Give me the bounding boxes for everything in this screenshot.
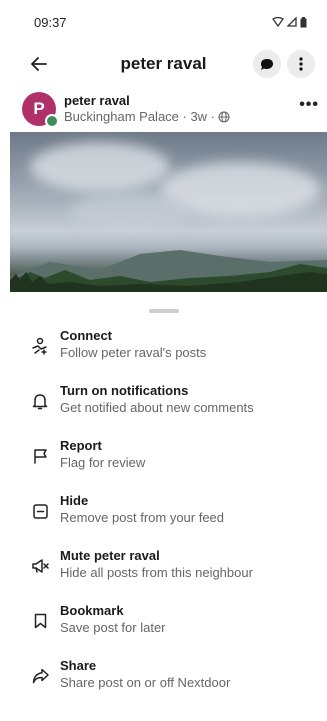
- status-bar: 09:37: [0, 0, 327, 44]
- menu-item-title: Mute peter raval: [60, 548, 160, 563]
- menu-item-subtitle: Hide all posts from this neighbour: [60, 565, 253, 580]
- menu-item-subtitle: Follow peter raval's posts: [60, 345, 207, 360]
- menu-item-report[interactable]: Report Flag for review: [0, 437, 327, 492]
- post-meta-text: Buckingham Palace · 3w ·: [64, 109, 216, 124]
- battery-icon: [300, 16, 307, 27]
- menu-item-connect[interactable]: Connect Follow peter raval's posts: [0, 327, 327, 382]
- status-icons: [272, 16, 307, 28]
- flag-icon: [30, 446, 50, 466]
- menu-item-title: Connect: [60, 328, 112, 343]
- message-button[interactable]: [253, 50, 281, 78]
- more-options-button[interactable]: [287, 50, 315, 78]
- mute-icon: [30, 556, 50, 576]
- menu-item-title: Report: [60, 438, 102, 453]
- menu-item-hide[interactable]: Hide Remove post from your feed: [0, 492, 327, 547]
- share-icon: [30, 666, 50, 686]
- arrow-left-icon: [31, 57, 47, 71]
- bookmark-icon: [30, 611, 50, 631]
- post-author-row: P peter raval Buckingham Palace · 3w · •…: [0, 84, 327, 132]
- post-more-button[interactable]: •••: [299, 96, 319, 114]
- avatar-letter: P: [33, 99, 45, 118]
- verified-badge-icon: [45, 114, 59, 128]
- back-button[interactable]: [25, 50, 53, 78]
- bell-icon: [30, 391, 50, 411]
- hide-icon: [30, 501, 50, 521]
- menu-item-title: Share: [60, 658, 97, 673]
- globe-icon: [218, 111, 230, 123]
- signal-icon: [287, 17, 297, 27]
- menu-item-subtitle: Flag for review: [60, 455, 146, 470]
- wifi-icon: [272, 17, 284, 27]
- menu-item-subtitle: Share post on or off Nextdoor: [60, 675, 231, 690]
- post-photo[interactable]: [10, 132, 327, 292]
- menu-item-subtitle: Save post for later: [60, 620, 166, 635]
- post-meta: Buckingham Palace · 3w ·: [64, 109, 230, 125]
- menu-item-mute[interactable]: Mute peter raval Hide all posts from thi…: [0, 547, 327, 602]
- chat-bubble-icon: [261, 58, 273, 70]
- menu-item-share[interactable]: Share Share post on or off Nextdoor: [0, 657, 327, 712]
- author-name[interactable]: peter raval: [64, 93, 230, 109]
- menu-item-notifications[interactable]: Turn on notifications Get notified about…: [0, 382, 327, 437]
- menu-item-title: Hide: [60, 493, 89, 508]
- menu-item-bookmark[interactable]: Bookmark Save post for later: [0, 602, 327, 657]
- header: peter raval: [0, 44, 327, 84]
- menu-item-subtitle: Get notified about new comments: [60, 400, 254, 415]
- options-menu: Connect Follow peter raval's posts Turn …: [0, 327, 327, 712]
- avatar[interactable]: P: [22, 92, 59, 128]
- connect-icon: [30, 336, 50, 356]
- status-time: 09:37: [34, 14, 67, 30]
- menu-item-title: Bookmark: [60, 603, 124, 618]
- menu-item-subtitle: Remove post from your feed: [60, 510, 225, 525]
- kebab-menu-icon: [299, 57, 303, 71]
- mountain-landscape: [10, 250, 327, 292]
- menu-item-title: Turn on notifications: [60, 383, 189, 398]
- drag-handle[interactable]: [148, 309, 179, 313]
- options-bottom-sheet: Connect Follow peter raval's posts Turn …: [0, 296, 327, 721]
